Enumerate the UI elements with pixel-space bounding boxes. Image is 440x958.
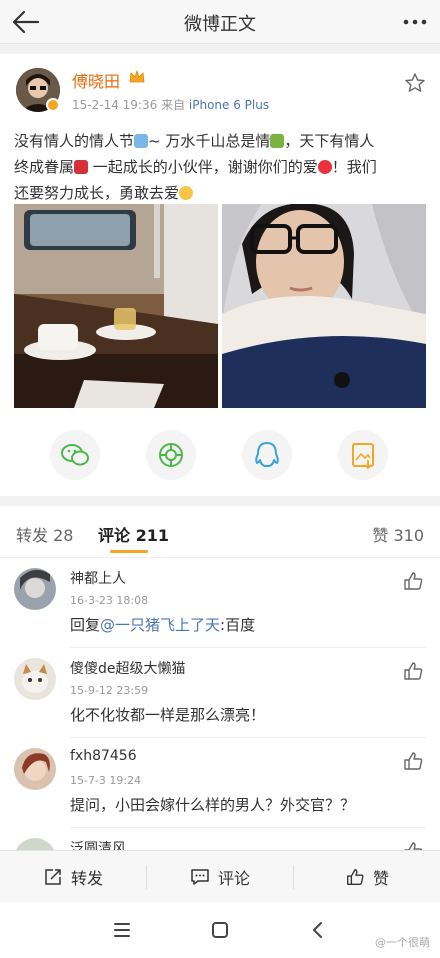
comment-text: 化不化妆都一样是那么漂亮！ bbox=[70, 706, 266, 724]
post-text-part: 没有情人的情人节 bbox=[14, 132, 135, 150]
home-icon[interactable] bbox=[208, 918, 232, 942]
favorite-star-icon[interactable] bbox=[404, 72, 426, 94]
tab-repost-count: 28 bbox=[53, 526, 74, 545]
comment-item[interactable]: 傻傻de超级大懒猫 15-9-12 23:59 化不化妆都一样是那么漂亮！ bbox=[0, 648, 440, 738]
share-moments-button[interactable] bbox=[146, 430, 196, 480]
comment-label: 评论 bbox=[217, 869, 250, 888]
thumbs-up-icon[interactable] bbox=[402, 660, 424, 682]
interaction-tabs: 转发 28 评论 211 赞 310 bbox=[0, 506, 440, 558]
share-qq-button[interactable] bbox=[242, 430, 292, 480]
comment-button[interactable]: 评论 bbox=[147, 851, 293, 903]
comment-time: 15-9-12 23:59 bbox=[70, 684, 149, 697]
comment-mention-link[interactable]: @一只猪飞上了天 bbox=[100, 616, 220, 634]
active-tab-indicator bbox=[110, 550, 148, 553]
source-device[interactable]: iPhone 6 Plus bbox=[189, 98, 269, 112]
thumbs-up-icon bbox=[347, 869, 364, 885]
more-options-icon[interactable] bbox=[400, 8, 430, 36]
post-text: 没有情人的情人节 ~ 万水千山总是情 ，天下有情人 终成眷属 一起成长的小伙伴，谢谢… bbox=[14, 128, 428, 206]
moments-icon bbox=[159, 443, 183, 467]
post-text-part: 终成眷属 bbox=[14, 158, 75, 176]
save-image-icon bbox=[352, 443, 374, 470]
comment-time: 15-7-3 19:24 bbox=[70, 774, 142, 787]
author-name[interactable]: 傅晓田 bbox=[72, 68, 120, 92]
thumbs-up-icon[interactable] bbox=[402, 750, 424, 772]
share-wechat-button[interactable] bbox=[50, 430, 100, 480]
watermark: @一个很萌 bbox=[375, 936, 430, 949]
comment-text-suffix: :百度 bbox=[220, 616, 256, 634]
thumbs-up-icon[interactable] bbox=[402, 840, 424, 850]
thumbs-up-icon[interactable] bbox=[402, 570, 424, 592]
commenter-avatar[interactable] bbox=[14, 658, 56, 700]
repost-icon bbox=[45, 869, 61, 885]
commenter-avatar[interactable] bbox=[14, 748, 56, 790]
post-text-part: ，天下有情人 bbox=[284, 132, 375, 150]
save-image-button[interactable] bbox=[338, 430, 388, 480]
palm-emoji-icon bbox=[270, 134, 285, 148]
back-icon[interactable] bbox=[306, 918, 330, 942]
comment-text: 回复@一只猪飞上了天:百度 bbox=[70, 614, 255, 635]
like-button[interactable]: 赞 bbox=[294, 851, 440, 903]
menu-icon[interactable] bbox=[110, 918, 134, 942]
heart-emoji-icon bbox=[317, 160, 332, 174]
post-text-part: ~ 万水千山总是情 bbox=[148, 132, 271, 150]
tab-comments-count: 211 bbox=[135, 526, 169, 545]
blushing-face-emoji-icon bbox=[179, 186, 194, 200]
crown-icon[interactable] bbox=[128, 68, 146, 86]
comment-text: 提问，小田会嫁什么样的男人？外交官？？ bbox=[70, 796, 356, 814]
like-label: 赞 bbox=[372, 869, 389, 888]
commenter-name[interactable]: 傻傻de超级大懒猫 bbox=[70, 658, 186, 678]
post-image-2[interactable] bbox=[222, 204, 426, 408]
repost-label: 转发 bbox=[70, 869, 103, 888]
share-row bbox=[0, 430, 440, 484]
comment-item[interactable]: 神都上人 16-3-23 18:08 回复@一只猪飞上了天:百度 bbox=[0, 558, 440, 648]
tab-comments[interactable]: 评论 211 bbox=[98, 522, 169, 546]
tab-likes[interactable]: 赞 310 bbox=[372, 522, 424, 546]
tab-repost[interactable]: 转发 28 bbox=[16, 522, 73, 546]
commenter-avatar[interactable] bbox=[14, 838, 56, 850]
commenter-avatar[interactable] bbox=[14, 568, 56, 610]
post-text-part: 还要努力成长，勇敢去爱 bbox=[14, 184, 180, 202]
verified-badge-icon bbox=[46, 98, 60, 112]
comment-text-prefix: 回复 bbox=[70, 616, 101, 634]
post-card: 傅晓田 15-2-14 19:36 来自 iPhone 6 Plus 没有情人的… bbox=[0, 54, 440, 496]
post-image-1[interactable] bbox=[14, 204, 218, 408]
tab-comments-label: 评论 bbox=[98, 526, 131, 545]
comment-list: 神都上人 16-3-23 18:08 回复@一只猪飞上了天:百度 傻傻de超级大… bbox=[0, 558, 440, 850]
airplane-emoji-icon bbox=[134, 134, 149, 148]
comment-icon bbox=[191, 869, 209, 885]
post-text-part: 一起成长的小伙伴，谢谢你们的爱 bbox=[88, 158, 318, 176]
wechat-icon bbox=[61, 444, 89, 466]
tab-repost-label: 转发 bbox=[16, 526, 49, 545]
bottom-action-bar: 转发 评论 赞 bbox=[0, 850, 440, 902]
tab-likes-count: 310 bbox=[393, 526, 424, 545]
rose-emoji-icon bbox=[74, 160, 89, 174]
comment-item[interactable]: 泛圆清风 bbox=[0, 828, 440, 850]
top-bar: 微博正文 bbox=[0, 0, 440, 44]
qq-icon bbox=[255, 442, 279, 467]
commenter-name[interactable]: 泛圆清风 bbox=[70, 838, 126, 850]
system-nav-bar bbox=[0, 902, 440, 958]
post-meta: 15-2-14 19:36 来自 iPhone 6 Plus bbox=[72, 96, 269, 113]
post-time: 15-2-14 19:36 bbox=[72, 98, 158, 112]
repost-button[interactable]: 转发 bbox=[0, 851, 146, 903]
source-prefix: 来自 bbox=[161, 98, 186, 112]
comment-item[interactable]: fxh87456 15-7-3 19:24 提问，小田会嫁什么样的男人？外交官？… bbox=[0, 738, 440, 828]
commenter-name[interactable]: fxh87456 bbox=[70, 748, 137, 764]
page-title: 微博正文 bbox=[184, 14, 256, 35]
post-text-part: ！我们 bbox=[331, 158, 377, 176]
tab-likes-label: 赞 bbox=[372, 526, 389, 545]
comment-time: 16-3-23 18:08 bbox=[70, 594, 149, 607]
commenter-name[interactable]: 神都上人 bbox=[70, 568, 126, 588]
